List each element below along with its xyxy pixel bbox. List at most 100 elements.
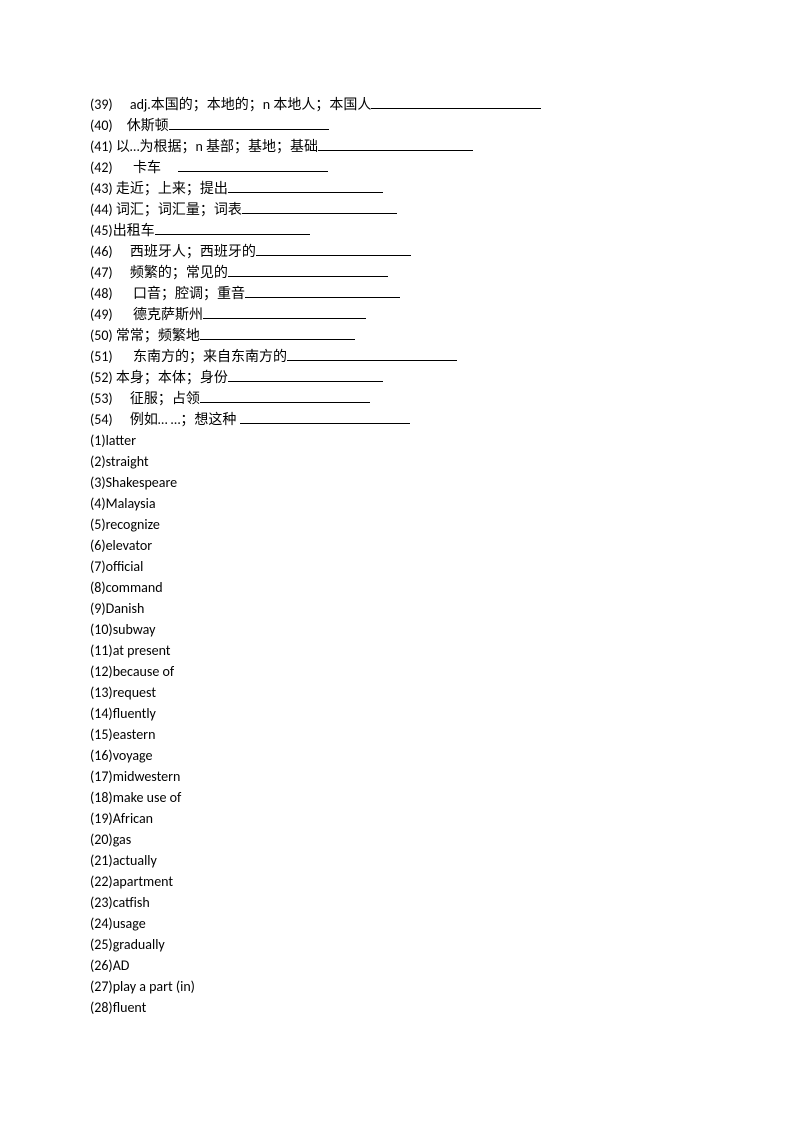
question-item: (46) 西班牙人；西班牙的 [90,241,704,262]
answer-item: (22)apartment [90,871,704,892]
question-text: 德克萨斯州 [133,306,203,323]
question-pre-space [113,96,130,113]
question-text: 东南方的；来自东南方的 [133,348,287,365]
answer-number: (3) [90,474,106,491]
question-number: (43) [90,180,113,197]
question-number: (51) [90,348,113,365]
question-item: (47) 频繁的；常见的 [90,262,704,283]
question-item: (45)出租车 [90,220,704,241]
answer-number: (21) [90,852,113,869]
question-item: (52) 本身；本体；身份 [90,367,704,388]
answer-number: (26) [90,957,113,974]
question-text: 常常；频繁地 [113,327,200,344]
question-item: (48) 口音；腔调；重音 [90,283,704,304]
question-pre-space [113,285,133,302]
answer-text: African [113,810,153,827]
question-text: 休斯顿 [127,117,169,134]
answer-number: (7) [90,558,106,575]
question-text: 出租车 [113,222,155,239]
question-item: (53) 征服；占领 [90,388,704,409]
answer-item: (5)recognize [90,514,704,535]
answer-text: recognize [106,516,160,533]
answer-item: (13)request [90,682,704,703]
fill-blank[interactable] [318,136,473,151]
fill-blank[interactable] [228,367,383,382]
answer-item: (7)official [90,556,704,577]
answer-text: Danish [106,600,145,617]
question-text: 例如… …；想这种 [130,411,240,428]
question-pre-space [113,390,130,407]
question-number: (54) [90,411,113,428]
answer-text: Shakespeare [106,474,178,491]
fill-blank[interactable] [155,220,310,235]
question-text: 卡车 [133,159,178,176]
answer-text: subway [113,621,156,638]
fill-blank[interactable] [240,409,410,424]
fill-blank[interactable] [245,283,400,298]
answer-item: (9)Danish [90,598,704,619]
question-number: (52) [90,369,113,386]
answer-number: (17) [90,768,113,785]
fill-blank[interactable] [203,304,366,319]
answer-text: gradually [113,936,165,953]
answer-item: (1)latter [90,430,704,451]
question-item: (43) 走近；上来；提出 [90,178,704,199]
fill-blank[interactable] [228,178,383,193]
fill-blank[interactable] [200,388,370,403]
fill-blank[interactable] [242,199,397,214]
answer-item: (17)midwestern [90,766,704,787]
question-pre-space [113,264,130,281]
answer-number: (10) [90,621,113,638]
answer-text: gas [113,831,132,848]
answer-item: (23)catfish [90,892,704,913]
answer-number: (18) [90,789,113,806]
question-number: (40) [90,117,113,134]
answer-item: (11)at present [90,640,704,661]
question-text: 频繁的；常见的 [130,264,228,281]
answer-text: official [106,558,144,575]
question-item: (39) adj.本国的；本地的；n 本地人；本国人 [90,94,704,115]
answer-number: (15) [90,726,113,743]
question-text: 以…为根据；n 基部；基地；基础 [116,138,318,155]
answer-text: actually [113,852,157,869]
answer-number: (1) [90,432,106,449]
answer-text: because of [113,663,174,680]
answer-number: (13) [90,684,113,701]
answer-item: (26)AD [90,955,704,976]
fill-blank[interactable] [371,94,541,109]
question-item: (54) 例如… …；想这种 [90,409,704,430]
answer-number: (2) [90,453,106,470]
answer-number: (24) [90,915,113,932]
fill-blank[interactable] [169,115,329,130]
question-item: (50) 常常；频繁地 [90,325,704,346]
question-pre-space [113,348,133,365]
answer-number: (27) [90,978,113,995]
fill-blank[interactable] [178,157,328,172]
answer-text: apartment [113,873,173,890]
question-pre-space [113,306,133,323]
answer-number: (19) [90,810,113,827]
answer-item: (12)because of [90,661,704,682]
answer-text: fluent [113,999,147,1016]
question-number: (46) [90,243,113,260]
fill-blank[interactable] [228,262,388,277]
fill-blank[interactable] [256,241,411,256]
answer-number: (8) [90,579,106,596]
question-text: adj.本国的；本地的；n 本地人；本国人 [130,96,371,113]
question-item: (44) 词汇；词汇量；词表 [90,199,704,220]
answer-item: (10)subway [90,619,704,640]
answer-text: straight [106,453,149,470]
answer-number: (14) [90,705,113,722]
question-number: (53) [90,390,113,407]
answer-number: (9) [90,600,106,617]
question-item: (40) 休斯顿 [90,115,704,136]
answer-list: (1)latter(2)straight(3)Shakespeare(4)Mal… [90,430,704,1018]
fill-blank[interactable] [287,346,457,361]
answer-text: Malaysia [106,495,156,512]
question-pre-space [113,117,127,134]
fill-blank[interactable] [200,325,355,340]
question-pre-space [113,159,133,176]
answer-item: (21)actually [90,850,704,871]
answer-item: (19)African [90,808,704,829]
answer-number: (6) [90,537,106,554]
